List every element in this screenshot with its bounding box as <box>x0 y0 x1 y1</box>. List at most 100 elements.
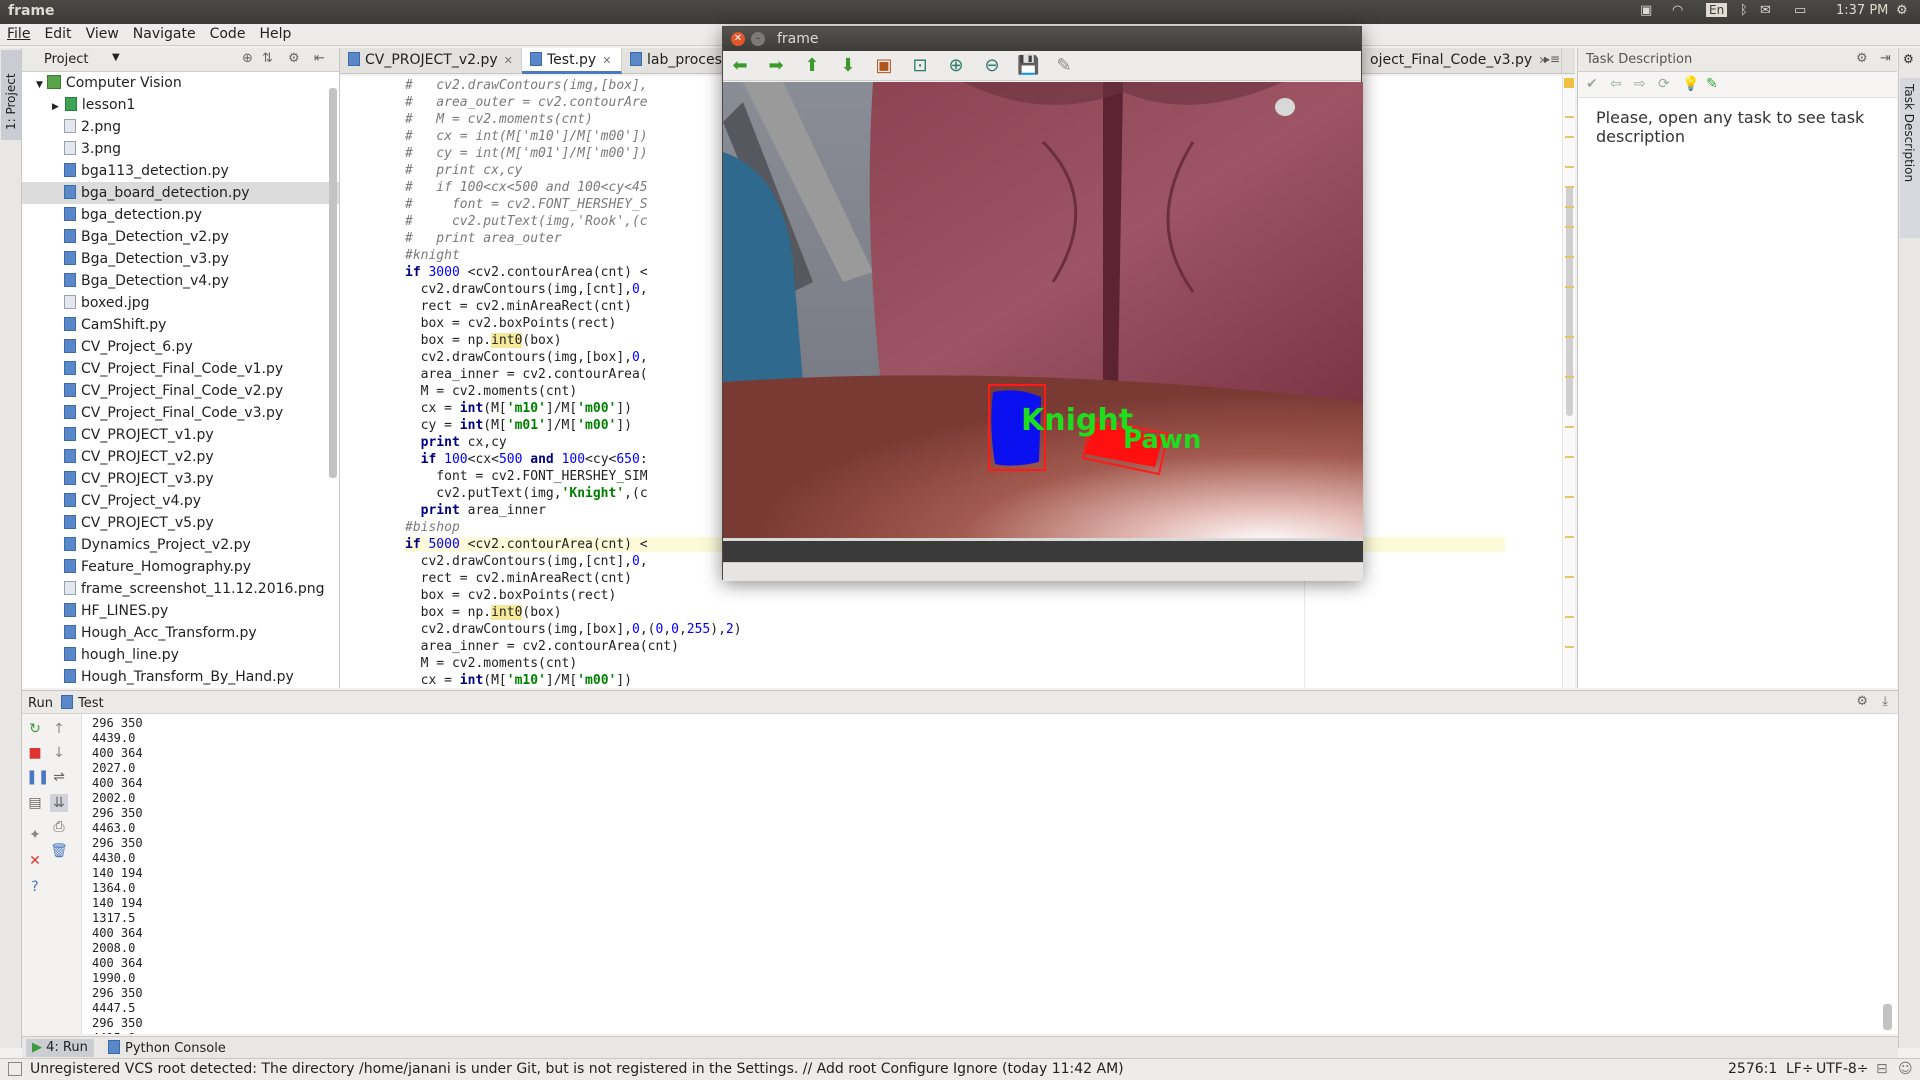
next-icon[interactable]: ⇨ <box>1634 76 1646 92</box>
menu-help[interactable]: Help <box>252 24 298 44</box>
code-line[interactable]: font = cv2.FONT_HERSHEY_SIM <box>405 469 647 484</box>
hide-panel-icon[interactable]: ⤓ <box>1882 694 1888 709</box>
pin-icon[interactable]: ✦ <box>26 826 44 844</box>
code-line[interactable]: M = cv2.moments(cnt) <box>405 656 578 671</box>
tree-file[interactable]: 3.png <box>22 138 339 160</box>
tree-file[interactable]: 2.png <box>22 116 339 138</box>
clock[interactable]: 1:37 PM <box>1836 3 1888 18</box>
tab-run[interactable]: ▶ 4: Run <box>26 1039 94 1057</box>
menu-file[interactable]: File <box>0 24 37 44</box>
pause-icon[interactable]: ❚❚ <box>26 768 49 786</box>
warning-marker[interactable] <box>1565 496 1574 498</box>
warning-marker[interactable] <box>1565 226 1574 228</box>
code-line[interactable]: # M = cv2.moments(cnt) <box>405 112 593 127</box>
warning-marker[interactable] <box>1565 646 1574 648</box>
zoom-fit-icon[interactable]: ⊡ <box>909 55 931 77</box>
tool-window-toggle-icon[interactable] <box>8 1062 22 1076</box>
tree-file[interactable]: CV_PROJECT_v2.py <box>22 446 339 468</box>
code-line[interactable]: rect = cv2.minAreaRect(cnt) <box>405 299 632 314</box>
project-tool-tab[interactable]: 1: Project <box>1 50 21 140</box>
save-image-icon[interactable]: 💾 <box>1017 55 1039 77</box>
warning-marker[interactable] <box>1565 136 1574 138</box>
tab-lab-process[interactable]: lab_proces <box>622 48 732 74</box>
code-line[interactable]: # print area_outer <box>405 231 562 246</box>
keyboard-layout-indicator[interactable]: En <box>1706 3 1728 17</box>
line-separator[interactable]: LF÷ <box>1786 1061 1814 1077</box>
mail-icon[interactable]: ✉ <box>1760 3 1771 18</box>
warning-marker[interactable] <box>1565 456 1574 458</box>
scroll-down-icon[interactable]: ↓ <box>50 744 68 762</box>
warning-marker[interactable] <box>1565 256 1574 258</box>
print-icon[interactable]: ⎙ <box>50 818 68 836</box>
pan-down-icon[interactable]: ⬇ <box>837 55 859 77</box>
tree-file[interactable]: HF_LINES.py <box>22 600 339 622</box>
code-line[interactable]: M = cv2.moments(cnt) <box>405 384 578 399</box>
code-line[interactable]: # cv2.drawContours(img,[box], <box>405 78 648 93</box>
inspection-status-icon[interactable] <box>1564 78 1574 88</box>
layout-icon[interactable]: ▤ <box>26 794 44 812</box>
properties-icon[interactable]: ✎ <box>1053 55 1075 77</box>
frame-title-bar[interactable]: ✕ – frame <box>723 27 1361 51</box>
warning-marker[interactable] <box>1565 206 1574 208</box>
tree-file[interactable]: bga_detection.py <box>22 204 339 226</box>
tree-file[interactable]: Feature_Homography.py <box>22 556 339 578</box>
hint-icon[interactable]: 💡 <box>1682 76 1699 92</box>
code-line[interactable]: cv2.putText(img,'Knight',(c <box>405 486 647 501</box>
pan-right-icon[interactable]: ➡ <box>765 55 787 77</box>
tab-list-icon[interactable]: ▸≡ <box>1544 52 1560 66</box>
tree-file[interactable]: CV_Project_Final_Code_v2.py <box>22 380 339 402</box>
code-line[interactable]: cx = int(M['m10']/M['m00']) <box>405 401 632 416</box>
code-line[interactable]: # print cx,cy <box>405 163 522 178</box>
menu-navigate[interactable]: Navigate <box>126 24 203 44</box>
tree-file[interactable]: CV_PROJECT_v5.py <box>22 512 339 534</box>
system-gear-icon[interactable]: ⚙ <box>1896 3 1908 18</box>
editor-scrollbar[interactable] <box>1562 76 1575 688</box>
tree-file[interactable]: CV_PROJECT_v3.py <box>22 468 339 490</box>
bluetooth-icon[interactable]: ᛒ <box>1740 3 1748 18</box>
tab-python-console[interactable]: Python Console <box>102 1039 232 1057</box>
wifi-icon[interactable]: ◠ <box>1672 3 1683 18</box>
tree-file[interactable]: Bga_Detection_v3.py <box>22 248 339 270</box>
scroll-up-icon[interactable]: ↑ <box>50 720 68 738</box>
chevron-right-icon[interactable]: ▶ <box>52 102 59 112</box>
tree-file[interactable]: CV_Project_v4.py <box>22 490 339 512</box>
close-icon[interactable]: ✕ <box>504 54 513 67</box>
tree-file[interactable]: CV_PROJECT_v1.py <box>22 424 339 446</box>
tree-file[interactable]: CamShift.py <box>22 314 339 336</box>
tree-file[interactable]: CV_Project_6.py <box>22 336 339 358</box>
code-line[interactable]: # area_outer = cv2.contourAre <box>405 95 648 110</box>
tree-root[interactable]: ▼ Computer Vision <box>22 72 339 94</box>
pan-left-icon[interactable]: ⬅ <box>729 55 751 77</box>
rerun-icon[interactable]: ↻ <box>26 720 44 738</box>
hide-panel-icon[interactable]: ⇤ <box>314 51 325 66</box>
tree-file[interactable]: boxed.jpg <box>22 292 339 314</box>
code-line[interactable]: box = np.int0(box) <box>405 333 562 348</box>
check-task-icon[interactable]: ✔ <box>1586 76 1598 92</box>
hide-panel-icon[interactable]: ⇥ <box>1880 51 1891 66</box>
collapse-icon[interactable]: ⇅ <box>262 51 273 66</box>
caret-position[interactable]: 2576:1 <box>1728 1061 1777 1077</box>
tree-file[interactable]: bga113_detection.py <box>22 160 339 182</box>
code-line[interactable]: # cy = int(M['m01']/M['m00']) <box>405 146 648 161</box>
gear-icon[interactable]: ⚙ <box>288 51 300 66</box>
soft-wrap-icon[interactable]: ⇌ <box>50 768 68 786</box>
code-line[interactable]: #bishop <box>405 520 460 535</box>
file-encoding[interactable]: UTF-8÷ <box>1816 1061 1869 1077</box>
project-scrollbar[interactable] <box>329 88 337 478</box>
code-line[interactable]: # cv2.putText(img,'Rook',(c <box>405 214 648 229</box>
tree-file[interactable]: bga_board_detection.py <box>22 182 339 204</box>
warning-marker[interactable] <box>1565 616 1574 618</box>
tree-file[interactable]: Hough_Transform_By_Hand.py <box>22 666 339 688</box>
code-line[interactable]: box = np.int0(box) <box>405 605 562 620</box>
zoom-in-icon[interactable]: ⊕ <box>945 55 967 77</box>
warning-marker[interactable] <box>1565 426 1574 428</box>
gear-icon[interactable]: ⚙ <box>1856 51 1868 66</box>
code-line[interactable]: if 100<cx<500 and 100<cy<650: <box>405 452 648 467</box>
close-icon[interactable]: ✕ <box>26 852 44 870</box>
tree-file[interactable]: Bga_Detection_v4.py <box>22 270 339 292</box>
code-line[interactable]: # if 100<cx<500 and 100<cy<45 <box>405 180 648 195</box>
opencv-frame-window[interactable]: ✕ – frame ⬅ ➡ ⬆ ⬇ ▣ ⊡ ⊕ ⊖ 💾 ✎ Knight Paw… <box>722 26 1363 581</box>
code-line[interactable]: cv2.drawContours(img,[box],0, <box>405 350 648 365</box>
run-console-output[interactable]: 296 350 4439.0 400 364 2027.0 400 364 2002.0 2… <box>82 714 1898 1034</box>
code-line[interactable]: #knight <box>405 248 460 263</box>
